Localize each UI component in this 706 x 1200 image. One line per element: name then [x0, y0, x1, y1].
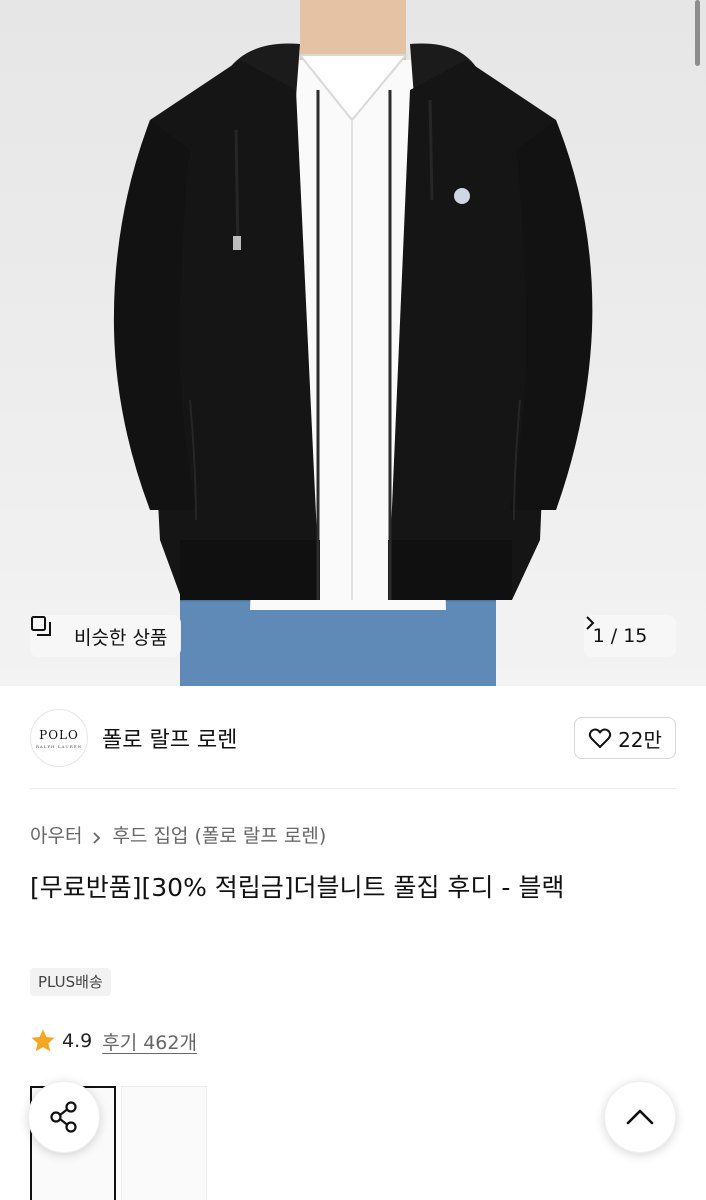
thumbnail[interactable] — [121, 1086, 207, 1200]
product-title: [무료반품][30% 적립금]더블니트 풀집 후디 - 블랙 — [30, 873, 565, 902]
image-counter[interactable]: 1 / 15 — [584, 615, 676, 657]
chevron-right-icon — [92, 828, 102, 844]
image-counter-text: 1 / 15 — [592, 625, 648, 647]
brand-row: POLO RALPH LAUREN 폴로 랄프 로렌 22만 — [30, 708, 676, 768]
similar-products-icon — [31, 616, 66, 647]
like-count: 22만 — [618, 727, 662, 752]
share-icon — [47, 1100, 81, 1134]
review-count-link[interactable]: 후기 462개 — [102, 1028, 197, 1055]
breadcrumb-item-outer[interactable]: 아우터 — [30, 821, 82, 848]
like-button[interactable]: 22만 — [574, 717, 676, 759]
scroll-to-top-button[interactable] — [604, 1081, 676, 1153]
similar-products-label: 비슷한 상품 — [74, 626, 168, 649]
chevron-up-icon — [625, 1107, 655, 1127]
product-photo — [113, 0, 593, 686]
page-scrollbar[interactable] — [695, 0, 700, 66]
brand-logo[interactable]: POLO RALPH LAUREN — [30, 709, 88, 767]
chevron-right-icon — [586, 616, 667, 644]
shipping-badge: PLUS배송 — [30, 968, 111, 996]
similar-products-button[interactable]: 비슷한 상품 — [30, 615, 182, 657]
product-page: 비슷한 상품 1 / 15 POLO RALPH LAUREN 폴로 랄프 로렌… — [0, 0, 706, 1200]
divider — [30, 788, 676, 789]
breadcrumb-item-hood-zipup[interactable]: 후드 집업 (폴로 랄프 로렌) — [112, 821, 326, 848]
heart-icon — [588, 727, 612, 749]
product-image-carousel[interactable]: 비슷한 상품 1 / 15 — [0, 0, 706, 686]
brand-logo-text: POLO — [39, 727, 79, 742]
rating-row: 4.9 후기 462개 — [30, 1026, 197, 1056]
share-button[interactable] — [28, 1081, 100, 1153]
rating-value: 4.9 — [62, 1030, 93, 1052]
star-icon — [30, 1028, 56, 1054]
breadcrumb: 아우터 후드 집업 (폴로 랄프 로렌) — [30, 821, 326, 848]
brand-name[interactable]: 폴로 랄프 로렌 — [102, 722, 237, 754]
brand-logo-subtext: RALPH LAUREN — [35, 743, 83, 749]
